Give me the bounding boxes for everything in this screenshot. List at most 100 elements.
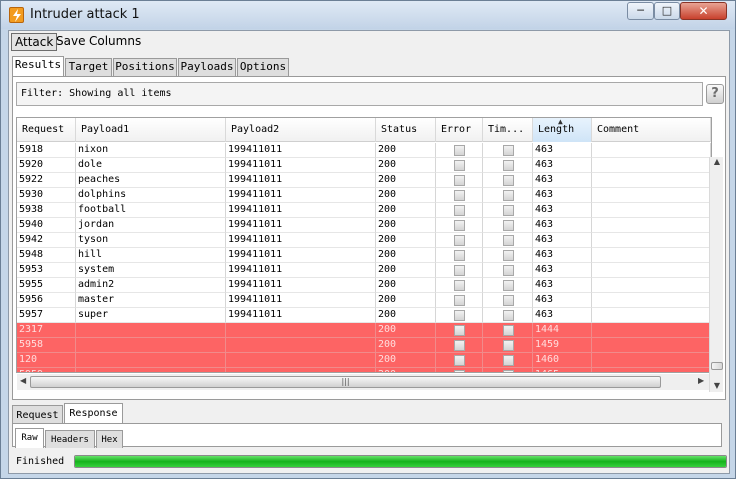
table-row[interactable]: 5918 nixon 199411011 200 463 [17, 143, 711, 158]
table-row[interactable]: 5938 football 199411011 200 463 [17, 203, 711, 218]
results-panel: Filter: Showing all items ? Request Payl… [12, 76, 726, 400]
column-header-error[interactable]: Error [436, 118, 483, 142]
cell-length: 463 [533, 218, 592, 233]
cell-comment [592, 278, 711, 293]
table-horizontal-scrollbar[interactable]: ◀ ||| ▶ [17, 374, 709, 390]
error-checkbox [454, 250, 465, 261]
tab-results[interactable]: Results [12, 56, 64, 77]
error-checkbox [454, 295, 465, 306]
horizontal-scroll-thumb[interactable]: ||| [30, 376, 661, 388]
window-edge [730, 141, 735, 441]
table-row[interactable]: 120 200 1460 [17, 353, 711, 368]
subtab-hex[interactable]: Hex [96, 430, 123, 448]
cell-comment [592, 368, 711, 372]
table-row[interactable]: 5940 jordan 199411011 200 463 [17, 218, 711, 233]
column-header-request[interactable]: Request [17, 118, 76, 142]
timeout-checkbox [503, 310, 514, 321]
cell-payload2: 199411011 [226, 248, 376, 263]
minimize-button[interactable]: ─ [627, 2, 654, 20]
table-row[interactable]: 5953 system 199411011 200 463 [17, 263, 711, 278]
vertical-scroll-thumb[interactable] [711, 362, 723, 370]
cell-timeout [483, 308, 533, 323]
column-header-timeout[interactable]: Tim... [483, 118, 533, 142]
table-row[interactable]: 2317 200 1444 [17, 323, 711, 338]
cell-error [436, 353, 483, 368]
column-header-length-label: Length [538, 124, 575, 135]
scroll-left-icon[interactable]: ◀ [20, 376, 26, 385]
results-table: Request Payload1 Payload2 Status Error T… [16, 117, 712, 373]
cell-length: 1465 [533, 368, 592, 372]
table-row[interactable]: 5922 peaches 199411011 200 463 [17, 173, 711, 188]
cell-payload2 [226, 338, 376, 353]
close-button[interactable]: ✕ [680, 2, 727, 20]
table-row[interactable]: 5948 hill 199411011 200 463 [17, 248, 711, 263]
tab-request[interactable]: Request [12, 405, 63, 425]
cell-error [436, 293, 483, 308]
cell-comment [592, 293, 711, 308]
cell-length: 463 [533, 203, 592, 218]
cell-status: 200 [376, 188, 436, 203]
cell-timeout [483, 338, 533, 353]
subtab-headers[interactable]: Headers [45, 430, 95, 448]
table-row[interactable]: 5959 200 1465 [17, 368, 711, 372]
cell-request: 5940 [17, 218, 76, 233]
filter-bar[interactable]: Filter: Showing all items [16, 82, 703, 106]
help-button[interactable]: ? [706, 84, 724, 104]
table-row[interactable]: 5956 master 199411011 200 463 [17, 293, 711, 308]
message-detail: Request Response Raw Headers Hex [12, 403, 726, 448]
menu-columns[interactable]: Columns [86, 33, 144, 51]
cell-length: 463 [533, 308, 592, 323]
table-row[interactable]: 5958 200 1459 [17, 338, 711, 353]
cell-error [436, 188, 483, 203]
cell-payload2: 199411011 [226, 218, 376, 233]
scroll-down-icon[interactable]: ▼ [710, 381, 724, 390]
status-text: Finished [16, 456, 65, 467]
error-checkbox [454, 340, 465, 351]
cell-length: 463 [533, 248, 592, 263]
scroll-up-icon[interactable]: ▲ [710, 157, 724, 166]
timeout-checkbox [503, 280, 514, 291]
maximize-button[interactable]: □ [654, 2, 680, 20]
column-header-payload1[interactable]: Payload1 [76, 118, 226, 142]
menu-bar: Attack Save Columns [9, 31, 729, 52]
cell-payload1: peaches [76, 173, 226, 188]
window-title: Intruder attack 1 [30, 7, 140, 22]
cell-timeout [483, 218, 533, 233]
table-row[interactable]: 5920 dole 199411011 200 463 [17, 158, 711, 173]
close-icon: ✕ [698, 4, 709, 18]
tab-positions[interactable]: Positions [113, 58, 177, 76]
error-checkbox [454, 220, 465, 231]
column-header-payload2[interactable]: Payload2 [226, 118, 376, 142]
table-row[interactable]: 5942 tyson 199411011 200 463 [17, 233, 711, 248]
timeout-checkbox [503, 160, 514, 171]
cell-status: 200 [376, 248, 436, 263]
title-bar[interactable]: Intruder attack 1 ─ □ ✕ [1, 1, 735, 29]
table-row[interactable]: 5957 super 199411011 200 463 [17, 308, 711, 323]
cell-request: 5942 [17, 233, 76, 248]
column-header-status[interactable]: Status [376, 118, 436, 142]
cell-length: 463 [533, 263, 592, 278]
cell-status: 200 [376, 368, 436, 372]
tab-response[interactable]: Response [64, 403, 123, 425]
cell-payload1 [76, 353, 226, 368]
cell-request: 5938 [17, 203, 76, 218]
subtab-raw[interactable]: Raw [15, 428, 44, 448]
tab-options[interactable]: Options [237, 58, 289, 76]
menu-attack[interactable]: Attack [11, 33, 58, 51]
menu-save[interactable]: Save [53, 33, 88, 51]
cell-comment [592, 308, 711, 323]
cell-timeout [483, 233, 533, 248]
cell-length: 463 [533, 278, 592, 293]
table-row[interactable]: 5955 admin2 199411011 200 463 [17, 278, 711, 293]
column-header-length[interactable]: ▲ Length [533, 118, 592, 142]
attack-progress-bar [74, 455, 727, 468]
tab-target[interactable]: Target [65, 58, 112, 76]
cell-status: 200 [376, 173, 436, 188]
table-row[interactable]: 5930 dolphins 199411011 200 463 [17, 188, 711, 203]
scroll-right-icon[interactable]: ▶ [698, 376, 704, 385]
tab-payloads[interactable]: Payloads [178, 58, 236, 76]
column-header-comment[interactable]: Comment [592, 118, 711, 142]
cell-status: 200 [376, 203, 436, 218]
table-vertical-scrollbar[interactable]: ▲ ▼ [709, 157, 723, 392]
timeout-checkbox [503, 340, 514, 351]
